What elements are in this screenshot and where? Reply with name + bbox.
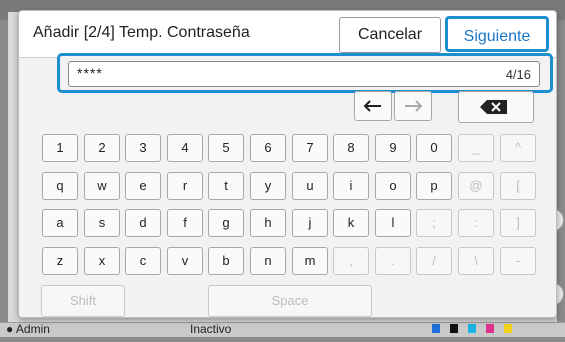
key[interactable]: 2 (84, 134, 120, 162)
status-label: Inactivo (190, 322, 232, 336)
key[interactable]: - (500, 247, 536, 275)
next-button-label: Siguiente (463, 28, 531, 45)
key[interactable]: q (42, 172, 78, 200)
key[interactable]: ; (416, 209, 452, 237)
key[interactable]: ] (500, 209, 536, 237)
key[interactable]: h (250, 209, 286, 237)
backspace-icon (480, 100, 507, 114)
password-dialog: Añadir [2/4] Temp. Contraseña Cancelar S… (18, 10, 557, 318)
key[interactable]: p (416, 172, 452, 200)
key[interactable]: 9 (375, 134, 411, 162)
key[interactable]: s (84, 209, 120, 237)
key[interactable]: t (208, 172, 244, 200)
cancel-button[interactable]: Cancelar (339, 17, 441, 53)
ink-swatch (504, 324, 512, 333)
key[interactable]: r (167, 172, 203, 200)
key[interactable]: l (375, 209, 411, 237)
arrow-right-icon (405, 100, 423, 112)
password-input-wrapper: **** 4/16 (57, 53, 553, 93)
key[interactable]: j (292, 209, 328, 237)
key[interactable]: w (84, 172, 120, 200)
ink-swatch (432, 324, 440, 333)
key[interactable]: 8 (333, 134, 369, 162)
key[interactable]: 3 (125, 134, 161, 162)
key[interactable]: 4 (167, 134, 203, 162)
key[interactable]: m (292, 247, 328, 275)
key[interactable]: e (125, 172, 161, 200)
key[interactable]: k (333, 209, 369, 237)
space-key[interactable]: Space (208, 285, 372, 317)
key[interactable]: v (167, 247, 203, 275)
key[interactable]: n (250, 247, 286, 275)
key[interactable]: x (84, 247, 120, 275)
character-count: 4/16 (505, 67, 531, 82)
user-icon: ● (6, 322, 14, 336)
password-input[interactable]: **** 4/16 (68, 61, 540, 87)
key[interactable]: / (416, 247, 452, 275)
key[interactable]: d (125, 209, 161, 237)
ink-swatch (486, 324, 494, 333)
key[interactable]: o (375, 172, 411, 200)
ink-swatch (450, 324, 458, 333)
arrow-left-icon (363, 100, 381, 112)
backspace-button[interactable] (458, 91, 534, 123)
key[interactable]: 1 (42, 134, 78, 162)
key[interactable]: y (250, 172, 286, 200)
key[interactable]: @ (458, 172, 494, 200)
key[interactable]: . (375, 247, 411, 275)
key[interactable]: : (458, 209, 494, 237)
key[interactable]: c (125, 247, 161, 275)
key[interactable]: b (208, 247, 244, 275)
shift-key[interactable]: Shift (41, 285, 125, 317)
next-button[interactable]: Siguiente (445, 16, 549, 52)
key[interactable]: \ (458, 247, 494, 275)
key[interactable]: 6 (250, 134, 286, 162)
password-input-value: **** (77, 65, 103, 81)
cursor-left-button[interactable] (354, 91, 392, 121)
key[interactable]: u (292, 172, 328, 200)
dialog-title: Añadir [2/4] Temp. Contraseña (33, 24, 250, 41)
key[interactable]: _ (458, 134, 494, 162)
dialog-titlebar: Añadir [2/4] Temp. Contraseña Cancelar S… (19, 11, 556, 58)
key[interactable]: , (333, 247, 369, 275)
key[interactable]: z (42, 247, 78, 275)
ink-swatch (468, 324, 476, 333)
key[interactable]: 0 (416, 134, 452, 162)
key[interactable]: 7 (292, 134, 328, 162)
user-label: ● Admin (6, 322, 50, 336)
key[interactable]: ^ (500, 134, 536, 162)
key[interactable]: a (42, 209, 78, 237)
key[interactable]: i (333, 172, 369, 200)
key[interactable]: 5 (208, 134, 244, 162)
key[interactable]: g (208, 209, 244, 237)
key[interactable]: f (167, 209, 203, 237)
cursor-right-button[interactable] (394, 91, 432, 121)
key[interactable]: [ (500, 172, 536, 200)
ink-level-indicator (432, 324, 556, 334)
